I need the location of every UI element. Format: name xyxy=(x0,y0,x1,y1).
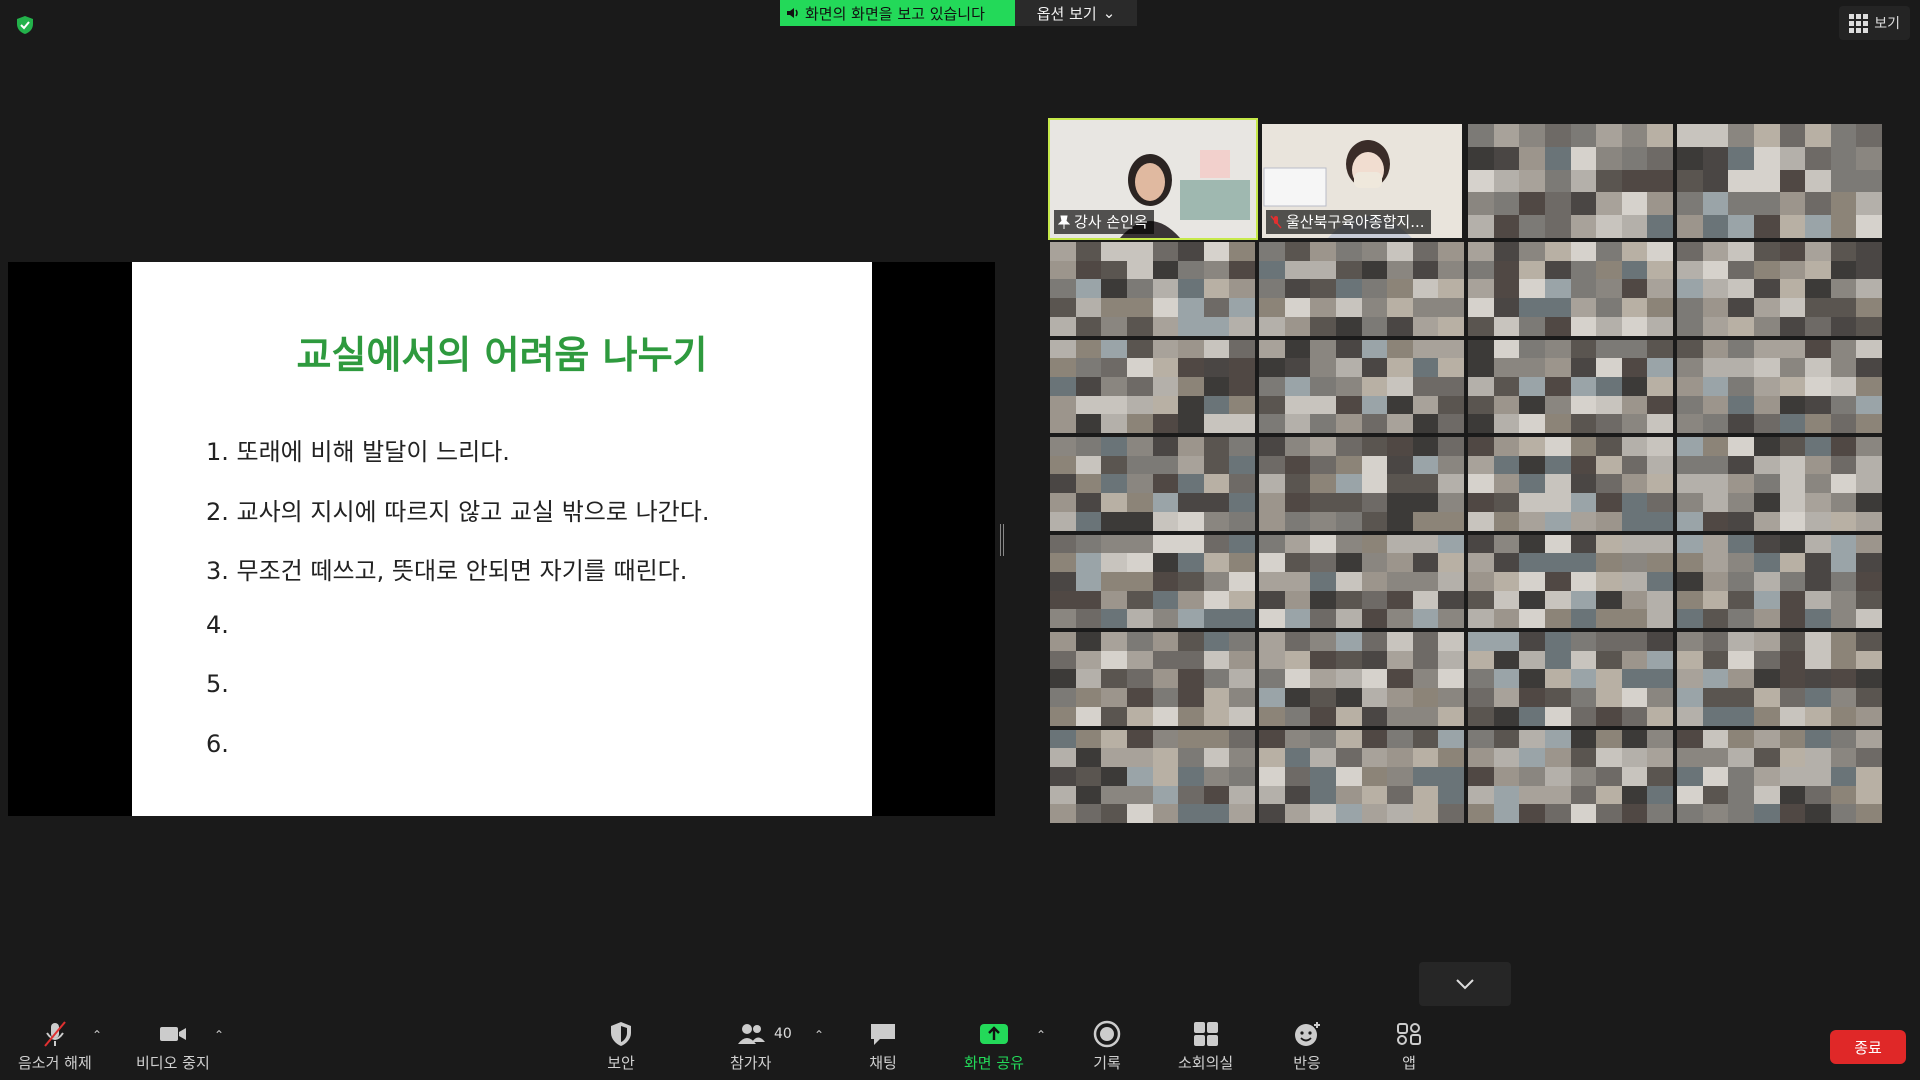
reactions-label: 반응 xyxy=(1293,1054,1321,1072)
chat-bubble-icon xyxy=(871,1024,895,1045)
mic-muted-icon xyxy=(44,1021,66,1047)
share-screen-button[interactable]: 화면 공유 xyxy=(964,1020,1024,1073)
video-tile-participant[interactable] xyxy=(1468,534,1673,628)
end-meeting-button[interactable]: 종료 xyxy=(1830,1030,1906,1064)
screen-share-banner: 화면의 화면을 보고 있습니다 xyxy=(780,0,1015,26)
slide-list-item: 5. xyxy=(206,670,229,698)
chevron-down-icon xyxy=(1456,979,1474,990)
share-banner-text: 화면의 화면을 보고 있습니다 xyxy=(805,4,985,23)
apps-icon xyxy=(1397,1023,1421,1045)
video-tile-participant[interactable] xyxy=(1677,124,1882,238)
split-divider-handle[interactable] xyxy=(1000,524,1004,556)
apps-label: 앱 xyxy=(1402,1054,1416,1072)
participant-name-tag: 울산북구육아종합지... xyxy=(1266,210,1431,234)
video-tile-participant[interactable] xyxy=(1677,339,1882,433)
video-options-caret[interactable]: ⌃ xyxy=(214,1028,224,1042)
record-icon xyxy=(1093,1020,1121,1048)
participant-name: 울산북구육아종합지... xyxy=(1286,213,1425,231)
video-tile-participant[interactable] xyxy=(1677,729,1882,823)
video-tile-participant[interactable] xyxy=(1677,242,1882,336)
slide-list-item: 4. xyxy=(206,610,229,639)
video-tile-participant[interactable] xyxy=(1468,242,1673,336)
security-label: 보안 xyxy=(607,1054,635,1072)
slide-list-item: 2. 교사의 지시에 따르지 않고 교실 밖으로 나간다. xyxy=(206,497,710,526)
video-camera-icon xyxy=(159,1027,186,1041)
slide-title: 교실에서의 어려움 나누기 xyxy=(296,333,708,377)
breakout-rooms-label: 소회의실 xyxy=(1178,1054,1234,1072)
shield-icon xyxy=(611,1022,631,1046)
video-tile-participant[interactable] xyxy=(1050,437,1255,531)
video-tile-participant[interactable] xyxy=(1050,534,1255,628)
video-tile-participant[interactable] xyxy=(1468,632,1673,726)
video-tile-participant[interactable] xyxy=(1259,534,1464,628)
reactions-button[interactable]: 반응 xyxy=(1292,1020,1322,1073)
video-tile-participant[interactable] xyxy=(1468,124,1673,238)
record-label: 기록 xyxy=(1093,1054,1121,1072)
meeting-toolbar: 음소거 해제 ⌃ 비디오 중지 ⌃ 보안 참가자 40 ⌃ 채팅 화면 공유 ⌃ xyxy=(0,1010,1920,1080)
video-tile-participant[interactable] xyxy=(1050,339,1255,433)
slide-list-item: 6. xyxy=(206,729,229,758)
audio-options-caret[interactable]: ⌃ xyxy=(92,1028,102,1042)
share-options-caret[interactable]: ⌃ xyxy=(1036,1028,1046,1042)
slide-list: 1. 또래에 비해 발달이 느리다. 2. 교사의 지시에 따르지 않고 교실 … xyxy=(206,432,709,789)
breakout-rooms-button[interactable]: 소회의실 xyxy=(1178,1020,1233,1073)
shared-screen: 교실에서의 어려움 나누기 1. 또래에 비해 발달이 느리다. 2. 교사의 … xyxy=(8,262,995,816)
mic-off-icon xyxy=(1270,215,1282,228)
security-button[interactable]: 보안 xyxy=(606,1020,636,1073)
participants-options-caret[interactable]: ⌃ xyxy=(814,1028,824,1042)
expand-gallery-button[interactable] xyxy=(1419,962,1511,1006)
grid-icon xyxy=(1849,13,1869,33)
speaker-icon xyxy=(787,8,798,18)
participant-name-tag: 강사 손인옥 xyxy=(1054,210,1154,234)
breakout-rooms-icon xyxy=(1193,1022,1218,1046)
video-tile-participant[interactable] xyxy=(1050,632,1255,726)
video-tile-instructor[interactable]: 강사 손인옥 xyxy=(1048,118,1258,240)
slide-list-item: 1. 또래에 비해 발달이 느리다. xyxy=(206,438,510,466)
record-button[interactable]: 기록 xyxy=(1092,1020,1122,1073)
video-tile-participant[interactable]: 울산북구육아종합지... xyxy=(1262,124,1462,238)
video-tile-participant[interactable] xyxy=(1677,534,1882,628)
video-tile-participant[interactable] xyxy=(1259,729,1464,823)
view-options-label: 옵션 보기 xyxy=(1036,4,1097,23)
video-tile-participant[interactable] xyxy=(1468,339,1673,433)
video-tile-participant[interactable] xyxy=(1677,632,1882,726)
shield-check-icon[interactable] xyxy=(14,14,36,36)
participant-count: 40 xyxy=(774,1026,792,1042)
view-options-button[interactable]: 옵션 보기 ⌄ xyxy=(1015,0,1137,26)
unmute-label: 음소거 해제 xyxy=(18,1054,92,1072)
video-tile-participant[interactable] xyxy=(1259,339,1464,433)
smiley-plus-icon xyxy=(1295,1022,1320,1046)
chevron-down-icon: ⌄ xyxy=(1102,4,1116,22)
share-screen-label: 화면 공유 xyxy=(964,1054,1024,1072)
view-button-label: 보기 xyxy=(1874,16,1900,32)
unmute-button[interactable]: 음소거 해제 xyxy=(18,1020,92,1073)
participant-name: 강사 손인옥 xyxy=(1074,213,1148,231)
share-screen-icon xyxy=(979,1024,1008,1044)
view-button[interactable]: 보기 xyxy=(1839,6,1910,40)
participants-button[interactable]: 참가자 xyxy=(730,1020,771,1073)
video-tile-participant[interactable] xyxy=(1050,242,1255,336)
stop-video-button[interactable]: 비디오 중지 xyxy=(136,1020,210,1073)
chat-button[interactable]: 채팅 xyxy=(868,1020,898,1073)
participants-icon xyxy=(737,1024,765,1044)
video-tile-participant[interactable] xyxy=(1050,729,1255,823)
video-tile-participant[interactable] xyxy=(1259,632,1464,726)
chat-label: 채팅 xyxy=(869,1054,897,1072)
zoom-meeting-window: 화면의 화면을 보고 있습니다 옵션 보기 ⌄ 보기 교실에서의 어려움 나누기… xyxy=(0,0,1920,1080)
presentation-slide: 교실에서의 어려움 나누기 1. 또래에 비해 발달이 느리다. 2. 교사의 … xyxy=(132,262,872,816)
participants-label: 참가자 xyxy=(730,1054,772,1072)
slide-list-item: 3. 무조건 떼쓰고, 뜻대로 안되면 자기를 때린다. xyxy=(206,557,688,585)
apps-button[interactable]: 앱 xyxy=(1394,1020,1424,1073)
pin-icon xyxy=(1058,215,1070,229)
video-tile-participant[interactable] xyxy=(1259,437,1464,531)
gallery-view: 강사 손인옥 울산북구육아종합지... xyxy=(1048,118,1884,956)
video-tile-participant[interactable] xyxy=(1259,242,1464,336)
stop-video-label: 비디오 중지 xyxy=(136,1054,210,1072)
video-tile-participant[interactable] xyxy=(1677,437,1882,531)
video-tile-participant[interactable] xyxy=(1468,437,1673,531)
video-tile-participant[interactable] xyxy=(1468,729,1673,823)
